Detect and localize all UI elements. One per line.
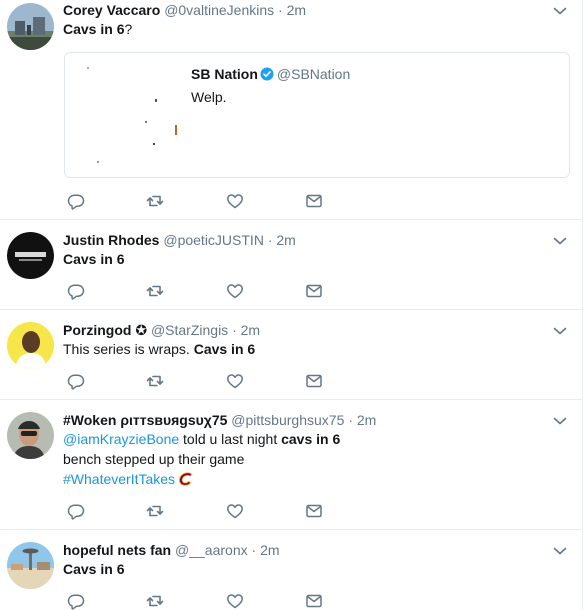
- username[interactable]: @pittsburghsux75: [231, 412, 344, 428]
- verified-badge-icon: [260, 67, 274, 85]
- tweet[interactable]: Justin Rhodes @poeticJUSTIN · 2m Cavs in…: [0, 220, 582, 310]
- tweet-text-bold: cavs in 6: [281, 431, 341, 447]
- reply-icon[interactable]: [67, 372, 85, 390]
- tweet-text-plain: told u last night: [183, 431, 278, 447]
- avatar[interactable]: [7, 232, 54, 279]
- tweet-header: Corey Vaccaro @0valtineJenkins · 2m: [63, 1, 306, 19]
- tweet-text-plain: This series is wraps.: [63, 341, 190, 357]
- tweet-text-bold: Cavs in 6: [63, 21, 125, 37]
- tweet-text-bold: Cavs in 6: [63, 251, 125, 267]
- cavaliers-c-emoji: [177, 471, 195, 492]
- chevron-down-icon[interactable]: [552, 543, 568, 559]
- reply-icon[interactable]: [67, 282, 85, 300]
- quoted-tweet-media[interactable]: [75, 63, 185, 167]
- quoted-tweet[interactable]: SB Nation @SBNation Welp.: [64, 52, 570, 178]
- envelope-icon[interactable]: [305, 372, 323, 390]
- tweet-text-bold: Cavs in 6: [193, 341, 256, 357]
- quoted-tweet-text: Welp.: [191, 89, 227, 105]
- name-star-symbol: ✪: [135, 322, 148, 338]
- display-name[interactable]: #Woken ριттѕвυяgѕυχ75: [63, 412, 227, 428]
- retweet-icon[interactable]: [146, 372, 164, 390]
- retweet-icon[interactable]: [146, 592, 164, 610]
- tweet[interactable]: hopeful nets fan @__aaronx · 2m Cavs in …: [0, 530, 582, 609]
- quoted-username[interactable]: @SBNation: [277, 66, 350, 82]
- chevron-down-icon[interactable]: [552, 233, 568, 249]
- tweet-header: hopeful nets fan @__aaronx · 2m: [63, 541, 280, 559]
- retweet-icon[interactable]: [146, 282, 164, 300]
- reply-icon[interactable]: [67, 192, 85, 210]
- display-name[interactable]: Corey Vaccaro: [63, 2, 160, 18]
- quoted-display-name[interactable]: SB Nation: [191, 66, 258, 82]
- tweet[interactable]: Porzingod ✪ @StarZingis · 2m This series…: [0, 310, 582, 400]
- display-name[interactable]: Justin Rhodes: [63, 232, 159, 248]
- timestamp[interactable]: 2m: [357, 412, 376, 428]
- username[interactable]: @0valtineJenkins: [164, 2, 274, 18]
- timestamp[interactable]: 2m: [276, 232, 295, 248]
- avatar[interactable]: [7, 542, 54, 589]
- heart-icon[interactable]: [226, 192, 244, 210]
- chevron-down-icon[interactable]: [552, 3, 568, 19]
- mention-link[interactable]: @iamKrayzieBone: [63, 431, 179, 447]
- chevron-down-icon[interactable]: [552, 323, 568, 339]
- timestamp[interactable]: 2m: [287, 2, 306, 18]
- username[interactable]: @StarZingis: [151, 322, 228, 338]
- tweet-text: Cavs in 6: [63, 249, 124, 269]
- reply-icon[interactable]: [67, 502, 85, 520]
- tweet-text-bold: Cavs in 6: [63, 561, 125, 577]
- reply-icon[interactable]: [67, 592, 85, 610]
- envelope-icon[interactable]: [305, 282, 323, 300]
- tweet-header: Porzingod ✪ @StarZingis · 2m: [63, 321, 260, 339]
- username[interactable]: @poeticJUSTIN: [163, 232, 264, 248]
- tweet-text: Cavs in 6: [63, 559, 124, 579]
- heart-icon[interactable]: [226, 282, 244, 300]
- avatar[interactable]: [7, 322, 54, 369]
- tweet-text-rest: ?: [124, 21, 133, 37]
- tweet-text-line-1: @iamKrayzieBone told u last night cavs i…: [63, 429, 340, 449]
- avatar[interactable]: [7, 3, 54, 50]
- tweet-text-line-3: #WhateverItTakes: [63, 469, 340, 492]
- timeline-right-border: [582, 0, 583, 609]
- heart-icon[interactable]: [226, 502, 244, 520]
- retweet-icon[interactable]: [146, 192, 164, 210]
- tweet[interactable]: #Woken ριттѕвυяgѕυχ75 @pittsburghsux75 ·…: [0, 400, 582, 530]
- chevron-down-icon[interactable]: [552, 413, 568, 429]
- display-name[interactable]: Porzingod: [63, 322, 131, 338]
- display-name[interactable]: hopeful nets fan: [63, 542, 171, 558]
- tweet-text-line-2: bench stepped up their game: [63, 451, 245, 467]
- separator-dot: ·: [348, 412, 353, 428]
- tweet-header: #Woken ριттѕвυяgѕυχ75 @pittsburghsux75 ·…: [63, 411, 376, 429]
- separator-dot: ·: [232, 322, 237, 338]
- timestamp[interactable]: 2m: [241, 322, 260, 338]
- separator-dot: ·: [267, 232, 273, 248]
- retweet-icon[interactable]: [146, 502, 164, 520]
- heart-icon[interactable]: [226, 372, 244, 390]
- tweet-text: Cavs in 6?: [63, 19, 132, 39]
- separator-dot: ·: [251, 542, 257, 558]
- username[interactable]: @__aaronx: [175, 542, 248, 558]
- envelope-icon[interactable]: [305, 192, 323, 210]
- timestamp[interactable]: 2m: [260, 542, 279, 558]
- tweet-header: Justin Rhodes @poeticJUSTIN · 2m: [63, 231, 296, 249]
- separator-dot: ·: [278, 2, 283, 18]
- tweet[interactable]: Corey Vaccaro @0valtineJenkins · 2m Cavs…: [0, 0, 582, 220]
- tweet-text: @iamKrayzieBone told u last night cavs i…: [63, 429, 340, 492]
- quoted-tweet-header: SB Nation @SBNation: [191, 65, 350, 85]
- heart-icon[interactable]: [226, 592, 244, 610]
- avatar[interactable]: [7, 412, 54, 459]
- envelope-icon[interactable]: [305, 502, 323, 520]
- envelope-icon[interactable]: [305, 592, 323, 610]
- hashtag-link[interactable]: #WhateverItTakes: [63, 471, 175, 487]
- tweet-text: This series is wraps. Cavs in 6: [63, 339, 255, 359]
